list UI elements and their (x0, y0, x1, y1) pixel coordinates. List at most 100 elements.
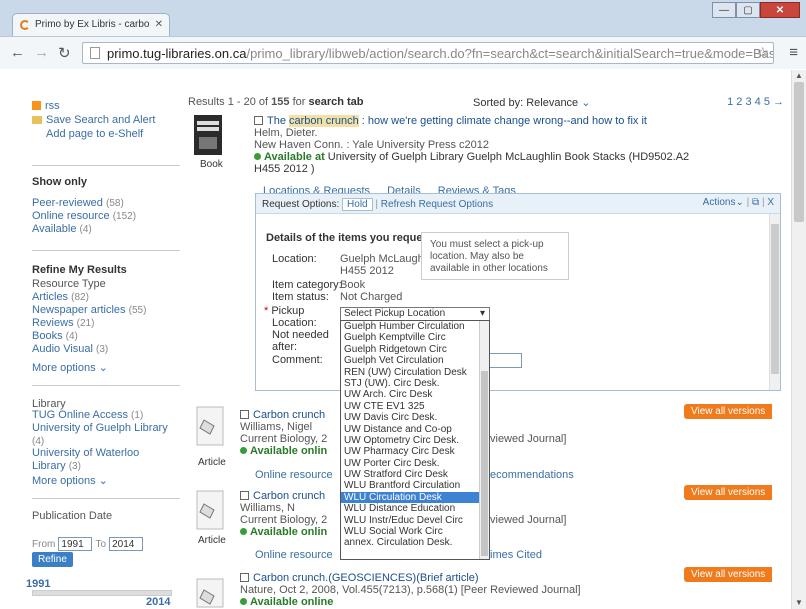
more-options-link[interactable]: More options ⌄ (32, 474, 108, 487)
facet-count: (3) (96, 344, 109, 355)
pickup-option[interactable]: STJ (UW). Circ Desk. (341, 378, 489, 389)
pickup-option[interactable]: WLU Circulation Desk (341, 491, 489, 504)
facet-books[interactable]: Books (4) (32, 330, 146, 343)
rss-icon (32, 101, 41, 110)
pickup-option[interactable]: Guelph Kemptville Circ (341, 332, 489, 343)
pickup-option[interactable]: UW Optometry Circ Desk. (341, 435, 489, 446)
online-resource-link[interactable]: Online resource (255, 469, 333, 481)
select-checkbox[interactable] (240, 491, 249, 500)
record-publisher: New Haven Conn. : Yale University Press … (254, 139, 489, 151)
facet-label: Audio Visual (32, 343, 93, 355)
scroll-up-icon[interactable]: ▲ (795, 71, 803, 80)
comment-input[interactable] (485, 353, 522, 368)
pickup-option[interactable]: UW Pharmacy Circ Desk (341, 446, 489, 457)
browser-tab[interactable]: Primo by Ex Libris - carbo ✕ (12, 13, 170, 36)
select-checkbox[interactable] (254, 116, 263, 125)
pickup-option[interactable]: UW Distance and Co-op (341, 424, 489, 435)
scroll-down-icon[interactable]: ▼ (795, 598, 803, 607)
facet-reviews[interactable]: Reviews (21) (32, 317, 146, 330)
pickup-option[interactable]: WLU Instr/Educ Devel Circ (341, 515, 489, 526)
pickup-option[interactable]: REN (UW) Circulation Desk (341, 367, 489, 378)
panel-scroll-thumb[interactable] (771, 224, 779, 374)
record-title-link[interactable]: Carbon crunch (253, 409, 325, 421)
divider (32, 498, 180, 499)
refresh-options-link[interactable]: Refresh Request Options (381, 199, 493, 210)
status-label: Item status: (272, 291, 329, 303)
facet-waterloo[interactable]: University of Waterloo Library (3) (32, 447, 172, 473)
facet-articles[interactable]: Articles (82) (32, 291, 146, 304)
view-all-versions-button[interactable]: View all versions (684, 567, 773, 582)
reload-icon[interactable]: ↻ (58, 44, 71, 62)
tab-close-icon[interactable]: ✕ (155, 19, 163, 30)
page-scrollbar[interactable]: ▲ ▼ (791, 70, 806, 609)
refine-button[interactable]: Refine (32, 552, 73, 567)
book-cover-icon[interactable] (194, 115, 222, 155)
pickup-option[interactable]: WLU Brantford Circulation (341, 480, 489, 491)
view-all-versions-button[interactable]: View all versions (684, 485, 773, 500)
pickup-option[interactable]: UW Davis Circ Desk. (341, 412, 489, 423)
record-title-link[interactable]: Carbon crunch (253, 490, 325, 502)
back-icon[interactable]: ← (10, 44, 25, 61)
show-only-heading: Show only (32, 176, 87, 188)
popout-icon[interactable]: ⧉ (752, 197, 759, 208)
address-bar[interactable]: primo.tug-libraries.on.ca/primo_library/… (82, 42, 774, 64)
facet-newspaper-articles[interactable]: Newspaper articles (55) (32, 304, 146, 317)
hold-tab[interactable]: Hold (342, 198, 373, 211)
recommendations-link[interactable]: ecommendations (490, 469, 574, 481)
facet-online-resource[interactable]: Online resource (152) (32, 210, 136, 223)
location-value-2: H455 2012 (340, 265, 394, 277)
forward-icon[interactable]: → (34, 44, 49, 61)
dropdown-scrollbar[interactable] (479, 321, 489, 559)
pickup-option[interactable]: annex. Circulation Desk. (341, 537, 489, 548)
facet-guelph[interactable]: University of Guelph Library (4) (32, 422, 172, 447)
minimize-icon[interactable]: — (712, 2, 736, 18)
sort-control[interactable]: Sorted by: Relevance ⌄ (473, 96, 590, 109)
rss-link[interactable]: rss (32, 100, 60, 113)
bookmark-star-icon[interactable]: ☆ (756, 44, 769, 61)
close-panel-icon[interactable]: X (767, 197, 774, 208)
record-title-row: The carbon crunch : how we're getting cl… (254, 115, 784, 127)
pickup-option[interactable]: UW Arch. Circ Desk (341, 389, 489, 400)
pickup-option[interactable]: WLU Distance Education (341, 503, 489, 514)
sorted-label: Sorted by: (473, 97, 524, 109)
record-title-link[interactable]: The carbon crunch : how we're getting cl… (267, 115, 647, 127)
slider-max-label: 2014 (146, 596, 171, 608)
pickup-option[interactable]: UW Porter Circ Desk. (341, 458, 489, 469)
save-search-link[interactable]: Save Search and Alert (32, 114, 155, 127)
close-icon[interactable]: ✕ (760, 2, 800, 18)
pickup-option[interactable]: UW Stratford Circ Desk (341, 469, 489, 480)
pickup-option[interactable]: WLU Social Work Circ (341, 526, 489, 537)
more-options-link[interactable]: More options ⌄ (32, 361, 108, 374)
dropdown-scroll-thumb[interactable] (481, 371, 488, 556)
tab-title: Primo by Ex Libris - carbo (35, 19, 150, 30)
actions-menu[interactable]: Actions⌄ | ⧉ | X (703, 197, 774, 208)
page-scroll-thumb[interactable] (794, 82, 804, 222)
pickup-option[interactable]: UW CTE EV1 325 (341, 401, 489, 412)
add-page-link[interactable]: Add page to e-Shelf (46, 128, 143, 141)
facet-tug-online[interactable]: TUG Online Access (1) (32, 409, 172, 422)
to-year-input[interactable]: 2014 (109, 537, 144, 551)
pickup-option[interactable]: Guelph Humber Circulation (341, 321, 489, 332)
refine-label: Refine (32, 552, 73, 567)
maximize-icon[interactable]: ▢ (736, 2, 760, 18)
times-cited-link[interactable]: imes Cited (490, 549, 542, 561)
facet-label: University of Guelph Library (32, 422, 168, 434)
url-host: primo.tug-libraries.on.ca (107, 46, 247, 61)
select-checkbox[interactable] (240, 573, 249, 582)
pickup-option[interactable]: Guelph Vet Circulation (341, 355, 489, 366)
panel-scrollbar[interactable] (769, 214, 780, 390)
facet-peer-reviewed[interactable]: Peer-reviewed (58) (32, 197, 136, 210)
article-icon (196, 490, 224, 530)
view-all-versions-button[interactable]: View all versions (684, 404, 773, 419)
actions-label: Actions (702, 197, 736, 208)
facet-available[interactable]: Available (4) (32, 223, 136, 236)
online-resource-link[interactable]: Online resource (255, 549, 333, 561)
facet-audio-visual[interactable]: Audio Visual (3) (32, 343, 146, 356)
pickup-option[interactable]: Guelph Ridgetown Circ (341, 344, 489, 355)
pickup-location-select[interactable]: Select Pickup Location ▾ (340, 307, 490, 321)
pagination[interactable]: 1 2 3 4 5 → (727, 96, 784, 108)
select-checkbox[interactable] (240, 410, 249, 419)
from-year-input[interactable]: 1991 (58, 537, 93, 551)
record-title-link[interactable]: Carbon crunch.(GEOSCIENCES)(Brief articl… (253, 572, 479, 584)
menu-icon[interactable]: ≡ (789, 44, 798, 61)
